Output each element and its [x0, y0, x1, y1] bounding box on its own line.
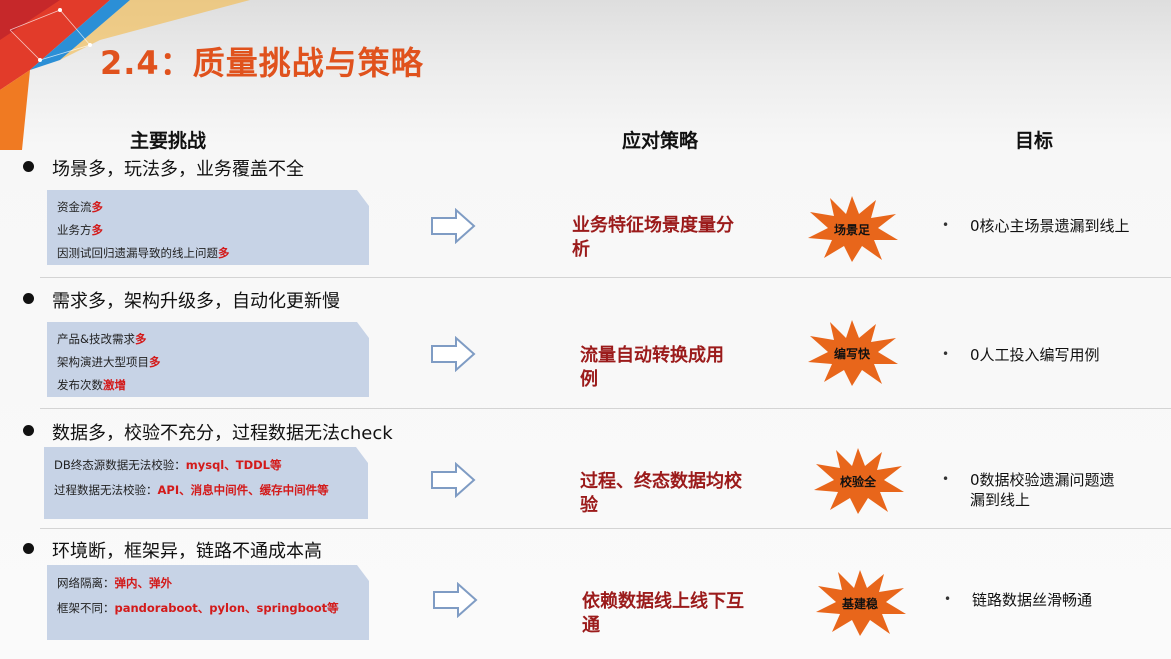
goal-text: 0核心主场景遗漏到线上	[970, 217, 1130, 235]
bullet-dot	[23, 543, 34, 554]
goal-text: 0数据校验遗漏问题遗 漏到线上	[970, 471, 1115, 509]
bullet-dot	[23, 293, 34, 304]
badge-burst: 编写快	[804, 318, 900, 388]
badge-burst: 场景足	[804, 194, 900, 264]
badge-label: 场景足	[833, 222, 870, 237]
detail-line: 产品&技改需求多	[57, 332, 147, 346]
badge-burst: 基建稳	[812, 568, 908, 638]
challenge-heading: 需求多，架构升级多，自动化更新慢	[52, 291, 340, 312]
strategy-text: 业务特征场景度量分析	[572, 215, 734, 260]
right-arrow-icon	[431, 462, 476, 498]
row-divider	[40, 408, 1171, 409]
column-header-goal: 目标	[1015, 130, 1054, 152]
badge-label: 校验全	[839, 474, 876, 489]
challenge-heading: 数据多，校验不充分，过程数据无法check	[52, 423, 393, 444]
page-title: 2.4：质量挑战与策略	[100, 44, 424, 82]
challenge-heading: 环境断，框架异，链路不通成本高	[52, 541, 322, 562]
badge-burst: 校验全	[810, 446, 906, 516]
badge-label: 编写快	[833, 346, 870, 361]
detail-line: 资金流多	[57, 200, 103, 214]
detail-line: 框架不同：pandoraboot、pylon、springboot等	[57, 601, 339, 615]
challenge-detail-box: 产品&技改需求多 架构演进大型项目多 发布次数激增	[47, 322, 369, 397]
bullet-dot	[23, 425, 34, 436]
right-arrow-icon	[431, 208, 476, 244]
column-header-strategy: 应对策略	[622, 130, 699, 152]
detail-line: 因测试回归遗漏导致的线上问题多	[57, 246, 230, 260]
right-arrow-icon	[431, 336, 476, 372]
challenge-heading: 场景多，玩法多，业务覆盖不全	[52, 159, 304, 180]
challenge-detail-box: 资金流多 业务方多 因测试回归遗漏导致的线上问题多	[47, 190, 369, 265]
detail-line: 过程数据无法校验：API、消息中间件、缓存中间件等	[54, 483, 329, 497]
goal-bullet: •	[944, 592, 952, 606]
detail-line: 发布次数激增	[57, 378, 126, 392]
row-divider	[40, 528, 1171, 529]
badge-label: 基建稳	[841, 596, 878, 611]
detail-line: 架构演进大型项目多	[57, 355, 161, 369]
goal-text: 链路数据丝滑畅通	[972, 591, 1093, 609]
detail-line: DB终态源数据无法校验：mysql、TDDL等	[54, 458, 282, 472]
goal-text: 0人工投入编写用例	[970, 346, 1100, 364]
column-header-challenge: 主要挑战	[130, 130, 207, 152]
strategy-text: 过程、终态数据均校验	[580, 471, 742, 516]
row-divider	[40, 277, 1171, 278]
goal-bullet: •	[942, 218, 950, 232]
detail-line: 网络隔离：弹内、弹外	[57, 576, 172, 590]
bullet-dot	[23, 161, 34, 172]
challenge-detail-box: DB终态源数据无法校验：mysql、TDDL等 过程数据无法校验：API、消息中…	[44, 447, 368, 519]
goal-bullet: •	[942, 472, 950, 486]
strategy-text: 依赖数据线上线下互通	[582, 591, 744, 636]
challenge-detail-box: 网络隔离：弹内、弹外 框架不同：pandoraboot、pylon、spring…	[47, 565, 369, 640]
strategy-text: 流量自动转换成用例	[580, 345, 724, 390]
goal-bullet: •	[942, 347, 950, 361]
detail-line: 业务方多	[57, 223, 103, 237]
right-arrow-icon	[433, 582, 478, 618]
